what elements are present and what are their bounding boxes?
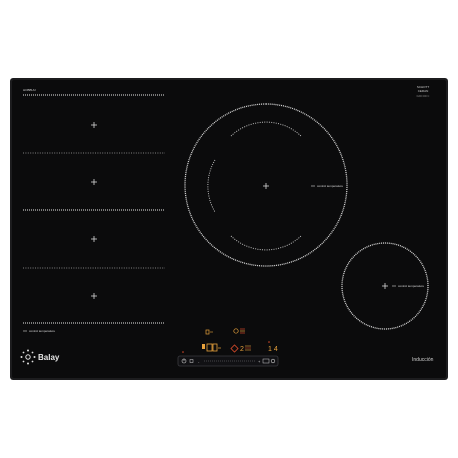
badge-line-2: CERAN (418, 89, 429, 93)
induction-cooktop: HOBBUU SCHOTT CERAN DAD 000 C control te… (10, 78, 448, 380)
badge-small-text: DAD 000 C (417, 95, 430, 98)
power-dot-right (268, 341, 270, 343)
large-zone-level-digit: 2 (240, 346, 244, 353)
power-level-bar (202, 344, 205, 349)
induction-label: Inducción (412, 357, 434, 363)
timer-display[interactable]: 1 4 (268, 346, 278, 353)
power-dot-left (182, 351, 184, 353)
large-zone-label-text: control temperature (317, 184, 343, 188)
brand-name: Balay (38, 353, 60, 362)
left-zone-label-text: control temperature (29, 329, 55, 333)
model-code: HOBBUU (23, 88, 36, 92)
small-zone-label-text: control temperature (398, 284, 424, 288)
glass-surface (12, 80, 446, 378)
timer-digits: 1 4 (268, 346, 278, 353)
schott-ceran-badge: SCHOTT CERAN DAD 000 C (417, 85, 430, 98)
